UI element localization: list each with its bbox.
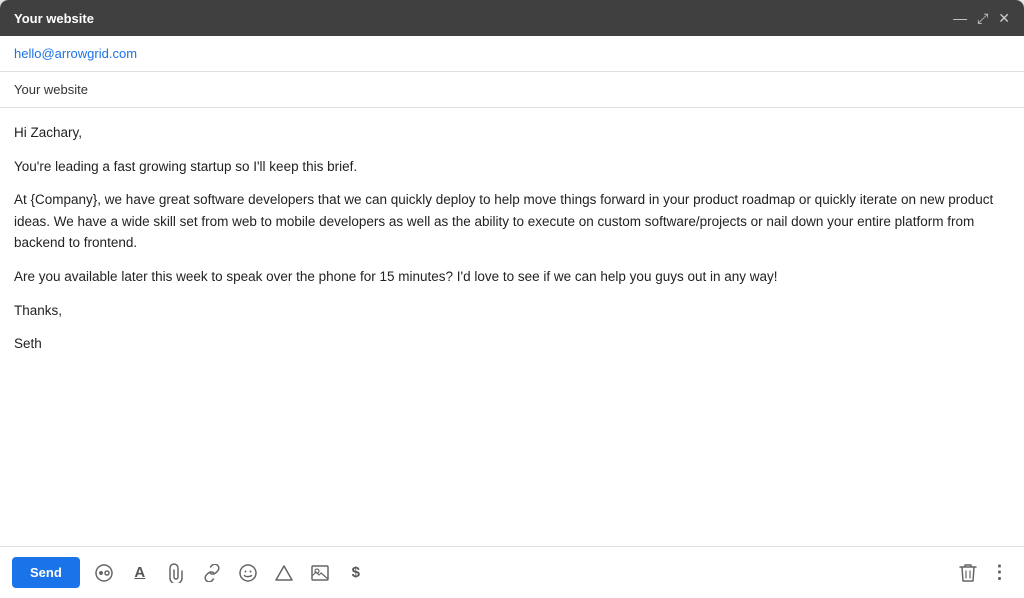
compose-window: Your website — ⤢ ✕ hello@arrowgrid.com Y… [0,0,1024,598]
attach-icon[interactable] [164,561,188,585]
photo-icon[interactable] [308,561,332,585]
close-button[interactable]: ✕ [998,11,1010,25]
maximize-button[interactable]: ⤢ [977,11,988,25]
emoji-icon[interactable] [236,561,260,585]
send-button[interactable]: Send [12,557,80,588]
delete-icon[interactable] [956,561,980,585]
to-field[interactable]: hello@arrowgrid.com [0,36,1024,72]
minimize-button[interactable]: — [953,11,967,25]
toolbar-left: Send A [12,557,368,588]
closing: Thanks, [14,300,1010,322]
greeting: Hi Zachary, [14,122,1010,144]
more-options-icon[interactable]: ⋮ [988,561,1012,585]
formatting-options-icon[interactable] [92,561,116,585]
link-icon[interactable] [200,561,224,585]
subject-value: Your website [14,82,88,97]
window-controls: — ⤢ ✕ [953,11,1010,25]
window-title: Your website [14,11,94,26]
body-line1: You're leading a fast growing startup so… [14,156,1010,178]
email-body[interactable]: Hi Zachary, You're leading a fast growin… [0,108,1024,546]
dollar-icon[interactable]: $ [344,561,368,585]
body-line3: Are you available later this week to spe… [14,266,1010,288]
drive-icon[interactable] [272,561,296,585]
subject-field[interactable]: Your website [0,72,1024,108]
to-value: hello@arrowgrid.com [14,46,137,61]
text-format-icon[interactable]: A [128,561,152,585]
signature: Seth [14,333,1010,355]
titlebar: Your website — ⤢ ✕ [0,0,1024,36]
toolbar-right: ⋮ [956,561,1012,585]
compose-toolbar: Send A [0,546,1024,598]
body-line2: At {Company}, we have great software dev… [14,189,1010,254]
